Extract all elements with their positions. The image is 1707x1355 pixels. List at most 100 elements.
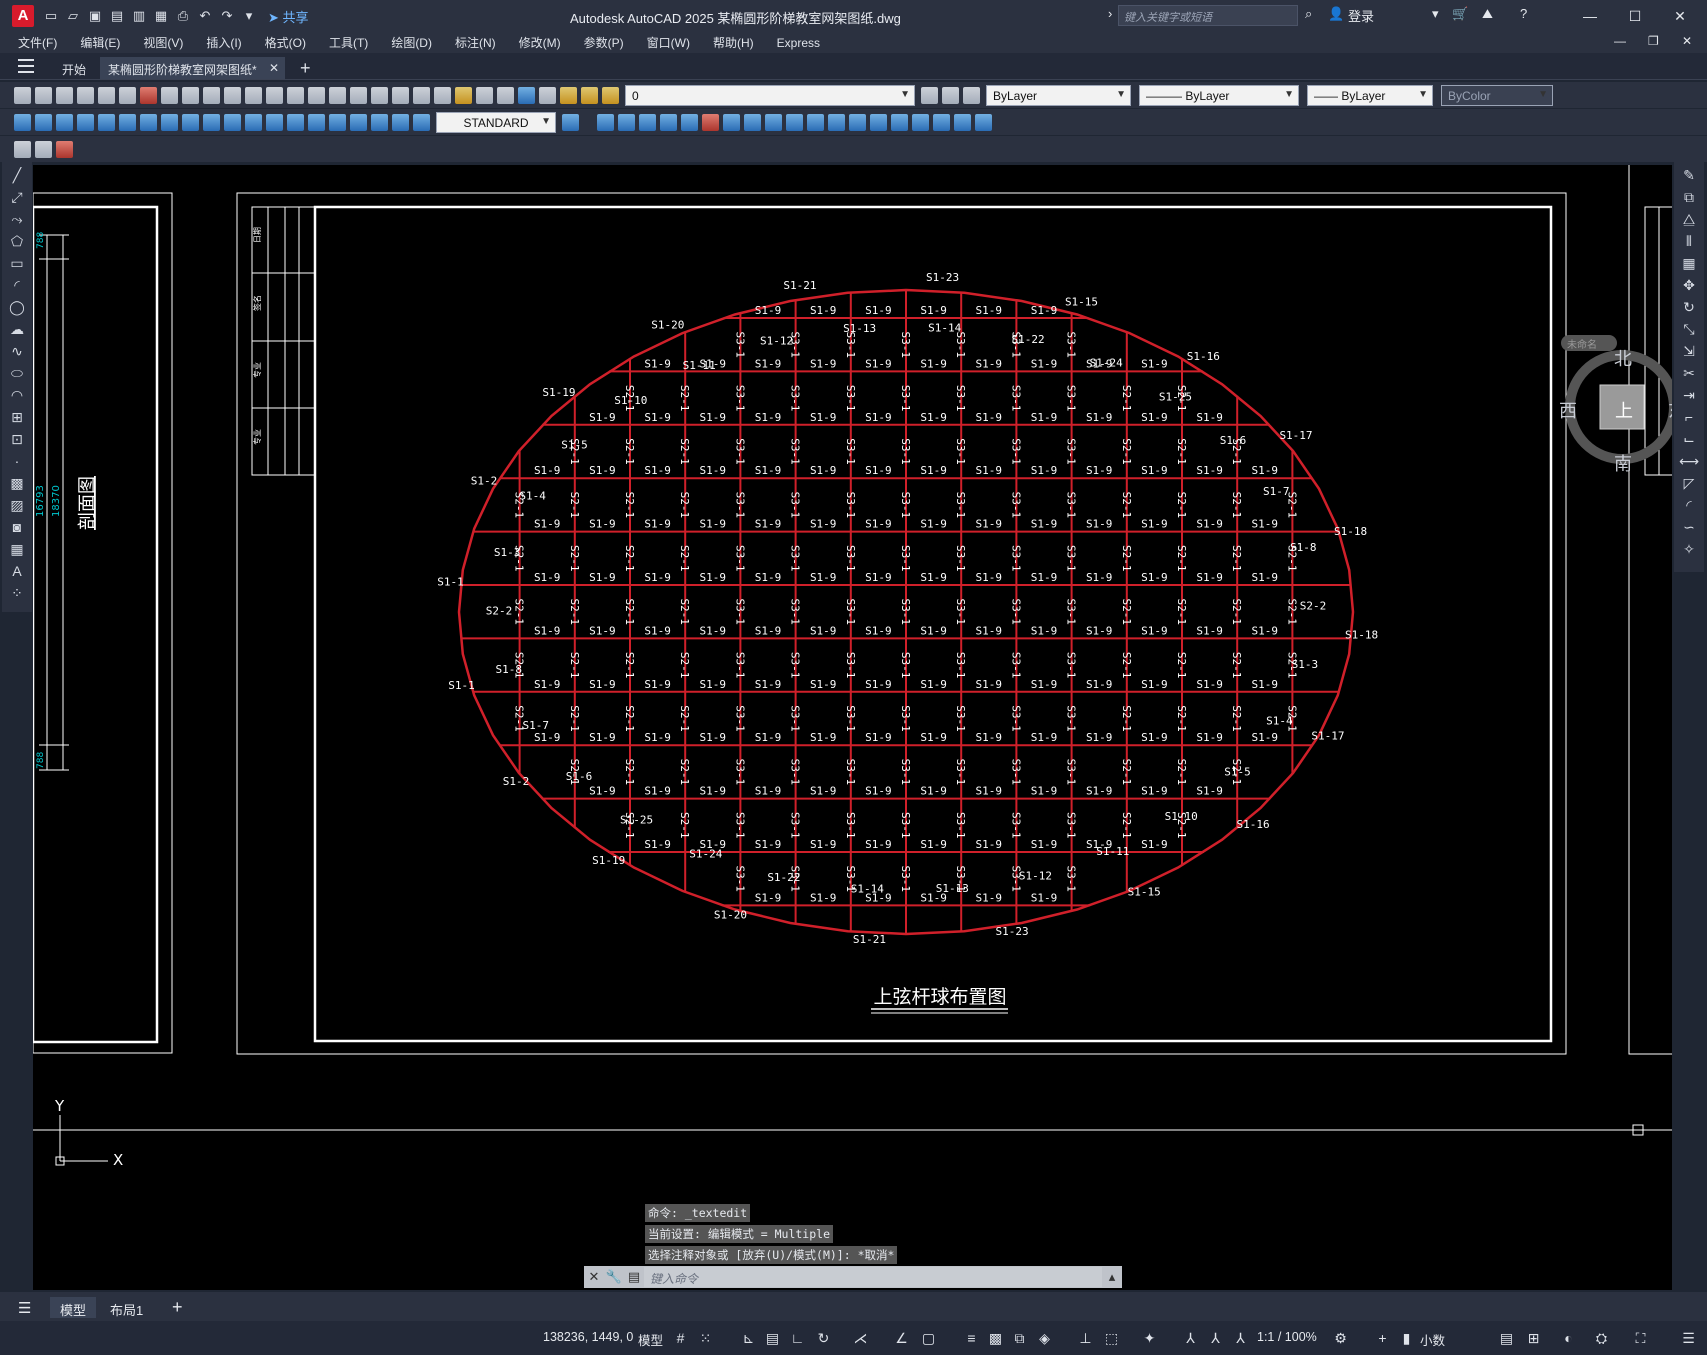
maximize-button[interactable]: ☐ — [1620, 5, 1650, 27]
intersect-icon[interactable] — [702, 113, 719, 131]
isolate-objects-icon[interactable]: ◐ — [1560, 1330, 1577, 1347]
plotstyle-dropdown[interactable]: ByColor ▼ — [1441, 84, 1553, 106]
viewcube[interactable]: 北 南 西 东 上 — [1559, 345, 1672, 475]
doc-restore-button[interactable]: ❐ — [1648, 34, 1659, 48]
inspect-icon[interactable] — [329, 113, 346, 131]
dimstyle-icon[interactable] — [562, 113, 579, 131]
autodesk-app-icon[interactable]: ⛰ — [1482, 6, 1493, 22]
dim-continue-icon[interactable] — [224, 113, 241, 131]
dim-text-edit-icon[interactable] — [392, 113, 409, 131]
zoom-previous-icon[interactable] — [371, 86, 388, 104]
close-button[interactable]: ✕ — [1665, 5, 1695, 27]
object-snap-icon[interactable]: ▢ — [920, 1330, 937, 1347]
preview-icon[interactable] — [98, 86, 115, 104]
doc-minimize-button[interactable]: — — [1614, 34, 1626, 48]
menu-dimension[interactable]: 标注(N) — [455, 34, 496, 51]
plot-preview-icon[interactable]: ▦ — [152, 7, 170, 25]
extend-icon[interactable]: ⇥ — [1679, 386, 1699, 404]
drawing-canvas[interactable]: 788 16793 18370 788 剖面图 日期 签名 专业 专业 S1-9… — [33, 165, 1672, 1290]
dim-baseline-icon[interactable] — [203, 113, 220, 131]
center-mark-icon[interactable] — [308, 113, 325, 131]
auto-scale-icon[interactable]: ⅄ — [1207, 1330, 1224, 1347]
3d-osnap-icon[interactable]: ◈ — [1036, 1330, 1053, 1347]
array-icon[interactable]: ▦ — [1679, 254, 1699, 272]
help-icon[interactable]: ? — [1520, 6, 1527, 21]
block-editor-icon[interactable] — [245, 86, 262, 104]
add-layout-button[interactable]: + — [162, 1294, 193, 1317]
print-icon[interactable]: ⎙ — [174, 7, 192, 25]
hardware-acceleration-icon[interactable]: ⛭ — [1593, 1330, 1610, 1347]
make-block-icon[interactable]: ⊡ — [7, 430, 27, 448]
extrude-icon[interactable] — [618, 113, 635, 131]
layer-states-icon[interactable] — [963, 86, 980, 104]
color-dropdown[interactable]: ByLayer ▼ — [986, 84, 1131, 106]
open-file-icon[interactable]: ▱ — [64, 7, 82, 25]
tab-start[interactable]: 开始 — [54, 57, 94, 79]
erase-icon[interactable]: ✎ — [1679, 166, 1699, 184]
construction-line-icon[interactable]: ⤢ — [7, 188, 27, 206]
menu-parametric[interactable]: 参数(P) — [584, 34, 624, 51]
viewcube-west[interactable]: 西 — [1559, 397, 1577, 423]
copy-icon[interactable] — [182, 86, 199, 104]
ellipse-icon[interactable]: ⬭ — [7, 364, 27, 382]
clean-icon[interactable] — [870, 113, 887, 131]
menu-icon[interactable] — [18, 59, 34, 73]
redo-toolbar-icon[interactable] — [287, 86, 304, 104]
annotation-scale-icon[interactable]: ⅄ — [1232, 1330, 1249, 1347]
search-icon[interactable]: ⌕ — [1305, 6, 1312, 22]
join-icon[interactable]: ⟷ — [1679, 452, 1699, 470]
cut-icon[interactable] — [161, 86, 178, 104]
undo-icon[interactable]: ↶ — [196, 7, 214, 25]
slice-icon[interactable] — [723, 113, 740, 131]
region-icon[interactable]: ◙ — [7, 518, 27, 536]
units-value[interactable]: 小数 — [1420, 1330, 1445, 1349]
arc-icon[interactable]: ◜ — [7, 276, 27, 294]
publish-icon[interactable]: ▥ — [130, 7, 148, 25]
menu-view[interactable]: 视图(V) — [143, 34, 183, 51]
annotation-visibility-icon[interactable]: ⅄ — [1182, 1330, 1199, 1347]
wcs-menu[interactable]: 未命名 — [1561, 335, 1617, 351]
expand-history-icon[interactable]: ▴ — [1102, 1269, 1122, 1285]
selection-cycling-icon[interactable]: ⧉ — [1011, 1330, 1028, 1347]
edit-text-icon[interactable] — [14, 140, 31, 158]
ellipse-arc-icon[interactable]: ◠ — [7, 386, 27, 404]
customize-qat-icon[interactable]: ▾ — [240, 7, 258, 25]
check-icon[interactable] — [891, 113, 908, 131]
dim-ordinate-icon[interactable] — [77, 113, 94, 131]
layouts-menu-icon[interactable]: ☰ — [18, 1299, 31, 1317]
open-icon[interactable] — [35, 86, 52, 104]
insert-block-icon[interactable]: ⊞ — [7, 408, 27, 426]
properties-icon[interactable] — [392, 86, 409, 104]
calculator-icon[interactable] — [497, 86, 514, 104]
box-icon[interactable] — [597, 113, 614, 131]
cart-icon[interactable]: 🛒 — [1452, 6, 1468, 22]
isodraft-icon[interactable]: ⋌ — [852, 1330, 869, 1347]
fillet-icon[interactable]: ◜ — [1679, 496, 1699, 514]
subtract-icon[interactable] — [681, 113, 698, 131]
shell-icon[interactable] — [828, 113, 845, 131]
tab-layout1[interactable]: 布局1 — [100, 1297, 153, 1318]
minimize-button[interactable]: — — [1575, 5, 1605, 27]
login-button[interactable]: 登录 — [1348, 6, 1374, 25]
menu-modify[interactable]: 修改(M) — [519, 34, 561, 51]
blend-icon[interactable]: ∽ — [1679, 518, 1699, 536]
markup-icon[interactable] — [476, 86, 493, 104]
polar-tracking-icon[interactable]: ↻ — [815, 1330, 832, 1347]
hatch-icon[interactable]: ▩ — [7, 474, 27, 492]
move-icon[interactable]: ✥ — [1679, 276, 1699, 294]
3dprint-icon[interactable] — [140, 86, 157, 104]
clean-screen-icon[interactable]: ⛶ — [1632, 1330, 1649, 1347]
quick-dim-icon[interactable] — [182, 113, 199, 131]
dim-linear-icon[interactable] — [14, 113, 31, 131]
dim-diameter-icon[interactable] — [140, 113, 157, 131]
point-icon[interactable]: · — [7, 452, 27, 470]
layer-previous-icon[interactable] — [942, 86, 959, 104]
tab-model[interactable]: 模型 — [50, 1297, 97, 1318]
move-faces-icon[interactable] — [975, 113, 992, 131]
layer-properties-icon[interactable] — [539, 86, 556, 104]
dim-radius-icon[interactable] — [98, 113, 115, 131]
redo-icon[interactable]: ↷ — [218, 7, 236, 25]
search-input[interactable]: 键入关键字或短语 — [1118, 5, 1298, 26]
menu-window[interactable]: 窗口(W) — [647, 34, 690, 51]
dim-edit-icon[interactable] — [371, 113, 388, 131]
